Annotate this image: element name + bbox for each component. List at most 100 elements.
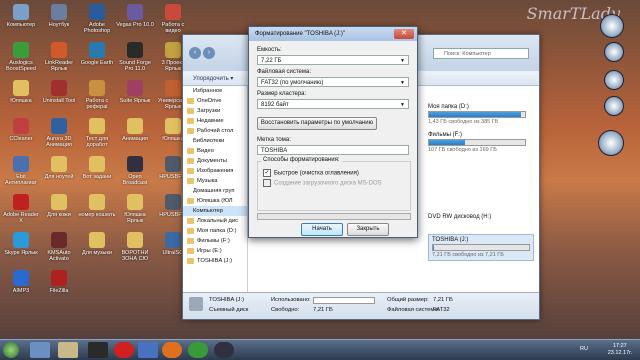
desktop-icon[interactable]: Uninstall Tool xyxy=(40,80,78,104)
nav-item[interactable]: TOSHIBA (J:) xyxy=(183,256,247,266)
desktop-icon[interactable]: Auslogics BoostSpeed xyxy=(2,42,40,72)
drive-item[interactable]: Фильмы (F:) 107 ГБ свободно из 169 ГБ xyxy=(428,132,526,153)
desktop-icon[interactable]: Sound Forge Pro 11.0 xyxy=(116,42,154,72)
folder-icon xyxy=(187,248,194,254)
app-icon xyxy=(127,194,143,210)
desktop-icon[interactable]: Вот задани xyxy=(78,156,116,180)
nav-item[interactable]: Видео xyxy=(183,146,247,156)
desktop-icon[interactable]: AIMP3 xyxy=(2,270,40,294)
filesystem-value: FAT32 (по умолчанию) xyxy=(261,80,324,86)
desktop-icon[interactable]: Анимация xyxy=(116,118,154,142)
nav-item[interactable]: Моя папка (D:) xyxy=(183,226,247,236)
desktop-icon[interactable]: Suite Ярлык xyxy=(116,80,154,104)
close-icon[interactable]: ✕ xyxy=(394,29,414,39)
app-icon xyxy=(51,194,67,210)
drive-item[interactable]: Моя папка (D:) 1,43 ГБ свободно из 385 ГБ xyxy=(428,104,526,125)
desktop-icon[interactable]: KMSAuto Activato xyxy=(40,232,78,262)
desktop-icon[interactable]: Ноутбук xyxy=(40,4,78,28)
desktop-icon[interactable]: Работа с рефераі xyxy=(78,80,116,110)
cluster-select[interactable]: 8192 байт ▼ xyxy=(257,99,409,109)
methods-label: Способы форматирования: xyxy=(261,157,342,163)
quick-format-label: Быстрое (очистка оглавления) xyxy=(274,170,359,177)
gadget-meter-icon[interactable] xyxy=(604,70,624,90)
gadget-cpu-icon[interactable] xyxy=(604,96,624,116)
taskbar-obs-icon[interactable] xyxy=(214,342,234,358)
desktop-icon[interactable]: Юляшка xyxy=(2,80,40,104)
nav-item-label: Изображения xyxy=(197,168,234,174)
desktop-icon[interactable]: Adobe Photoshop xyxy=(78,4,116,34)
desktop-icon[interactable]: Для музыки xyxy=(78,232,116,256)
desktop-icon[interactable]: Open Broadcast xyxy=(116,156,154,186)
desktop-icon[interactable]: Для ноутей xyxy=(40,156,78,180)
gadget-clock-icon[interactable] xyxy=(600,14,624,38)
nav-item[interactable]: Библиотеки xyxy=(183,136,247,146)
desktop-icon[interactable]: Работа с видео xyxy=(154,4,192,34)
desktop-icon-label: Работа с видео xyxy=(161,22,185,34)
desktop-icon[interactable]: FileZilla xyxy=(40,270,78,294)
nav-item[interactable]: Локальный дис xyxy=(183,216,247,226)
desktop-icon[interactable]: LinkReader Ярлык xyxy=(40,42,78,72)
folder-icon xyxy=(187,198,194,204)
nav-item[interactable]: Избранное xyxy=(183,86,247,96)
nav-item[interactable]: Недавние xyxy=(183,116,247,126)
desktop-icon[interactable]: Ebit Антиплагиат xyxy=(2,156,40,186)
desktop-icon[interactable]: Aurora 3D Анимация xyxy=(40,118,78,148)
drive-usage-bar xyxy=(432,244,530,251)
taskbar-firefox-icon[interactable] xyxy=(162,342,182,358)
nav-item[interactable]: Документы xyxy=(183,156,247,166)
drive-item[interactable]: DVD RW дисковод (H:) xyxy=(428,214,491,220)
taskbar-folder-icon[interactable] xyxy=(30,342,50,358)
close-button[interactable]: Закрыть xyxy=(347,223,389,236)
nav-item[interactable]: Домашняя груп xyxy=(183,186,247,196)
desktop-icon[interactable]: номер кошелъ xyxy=(78,194,116,218)
forward-arrow-icon[interactable]: › xyxy=(203,47,215,59)
nav-item[interactable]: Фильмы (F:) xyxy=(183,236,247,246)
nav-item[interactable]: Музыка xyxy=(183,176,247,186)
gadget-disc-icon[interactable] xyxy=(598,130,624,156)
desktop-icon[interactable]: Google Earth xyxy=(78,42,116,66)
nav-item[interactable]: Игры (E:) xyxy=(183,246,247,256)
desktop-icon[interactable]: ВОРОТНИ ЗОНА СЮ xyxy=(116,232,154,262)
desktop-icon[interactable]: Тест для доработ xyxy=(78,118,116,148)
gadget-weather-icon[interactable] xyxy=(604,42,624,62)
taskbar-vegas-icon[interactable] xyxy=(138,342,158,358)
nav-item[interactable]: Юляшка (ЮЛ xyxy=(183,196,247,206)
nav-item[interactable]: OneDrive xyxy=(183,96,247,106)
nav-item[interactable]: Компьютер xyxy=(183,206,247,216)
desktop-icon[interactable]: Компьютер xyxy=(2,4,40,28)
drive-usage-fill xyxy=(429,112,522,117)
nav-item[interactable]: Рабочий стол xyxy=(183,126,247,136)
taskbar-media-icon[interactable] xyxy=(88,342,108,358)
desktop-icon[interactable]: Adobe Reader X xyxy=(2,194,40,224)
app-icon xyxy=(165,80,181,96)
desktop-icon[interactable]: Skype Ярлык xyxy=(2,232,40,256)
taskbar-opera-icon[interactable] xyxy=(114,342,134,358)
app-icon xyxy=(89,42,105,58)
nav-item[interactable]: Загрузки xyxy=(183,106,247,116)
drive-item[interactable]: TOSHIBA (J:) 7,21 ГБ свободно из 7,21 ГБ xyxy=(428,234,534,261)
volume-input[interactable]: TOSHIBA xyxy=(257,145,409,155)
start-button[interactable]: Начать xyxy=(301,223,343,236)
desktop-icon-label: Работа с рефераі xyxy=(85,98,109,110)
desktop-icon[interactable]: Vegas Pro 10.0 xyxy=(116,4,154,28)
desktop-icon[interactable]: CCleaner xyxy=(2,118,40,142)
taskbar-chrome-icon[interactable] xyxy=(188,342,208,358)
capacity-select[interactable]: 7,22 ГБ ▼ xyxy=(257,55,409,65)
desktop-icon[interactable]: Юляшка Ярлык xyxy=(116,194,154,224)
restore-defaults-button[interactable]: Восстановить параметры по умолчанию xyxy=(257,117,377,130)
desktop-icon-label: CCleaner xyxy=(9,136,33,142)
app-icon xyxy=(89,194,105,210)
search-input[interactable]: Поиск: Компьютер xyxy=(433,48,529,59)
taskbar-explorer-icon[interactable] xyxy=(58,342,78,358)
clock[interactable]: 17:27 23.12.17г. xyxy=(608,343,632,357)
language-indicator[interactable]: RU xyxy=(580,346,588,352)
desktop-icon[interactable]: Для кожи xyxy=(40,194,78,218)
start-orb-icon[interactable] xyxy=(3,342,19,358)
organize-button[interactable]: Упорядочить ▾ xyxy=(193,75,233,82)
nav-item[interactable]: Изображения xyxy=(183,166,247,176)
filesystem-select[interactable]: FAT32 (по умолчанию) ▼ xyxy=(257,77,409,87)
app-icon xyxy=(51,4,67,20)
app-icon xyxy=(127,118,143,134)
back-arrow-icon[interactable]: ‹ xyxy=(189,47,201,59)
quick-format-checkbox[interactable]: ✓ Быстрое (очистка оглавления) xyxy=(263,169,359,177)
